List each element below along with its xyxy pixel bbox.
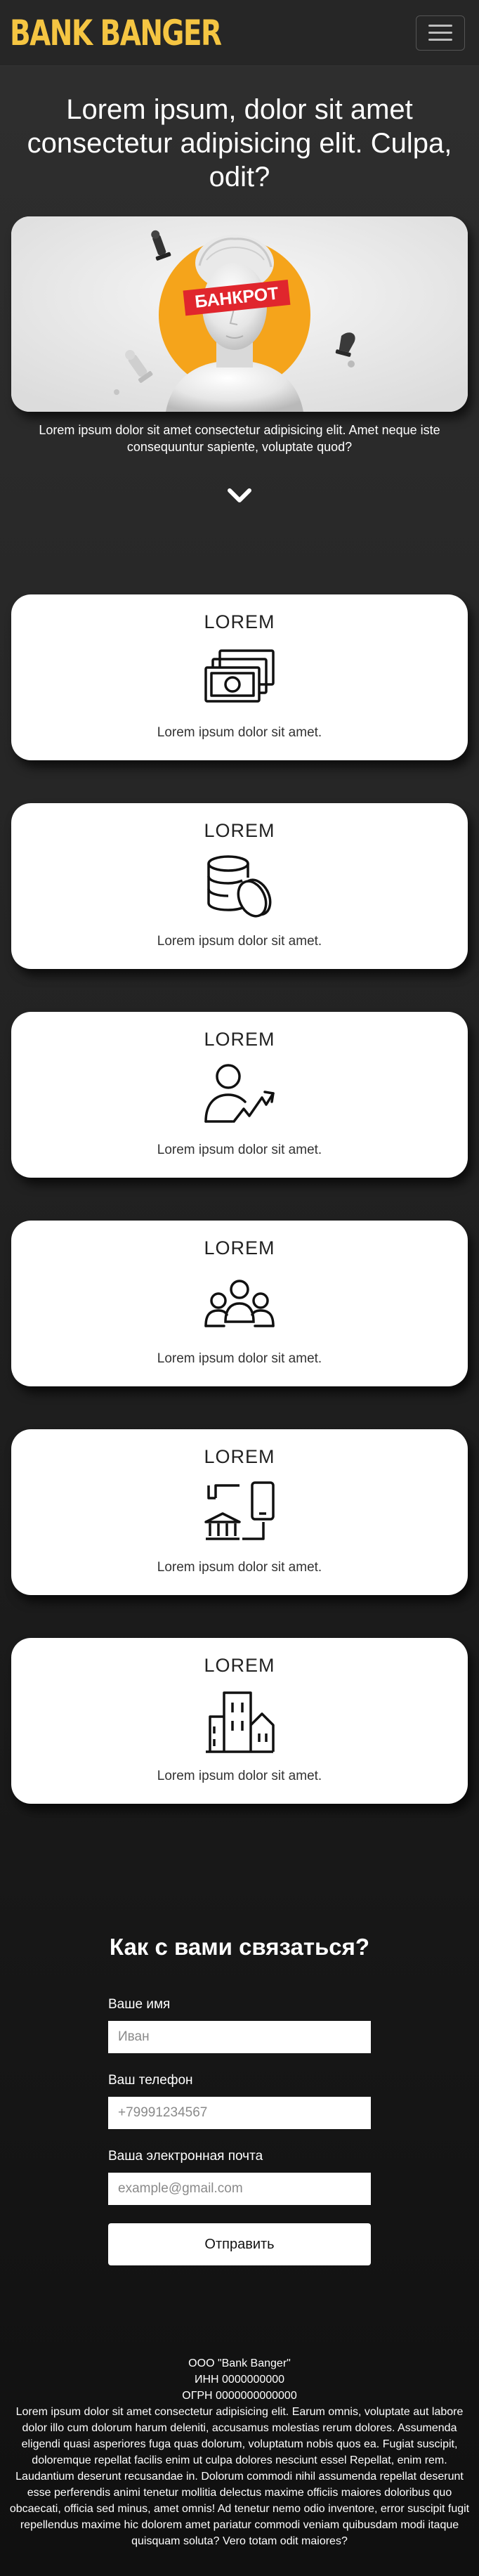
card-title: LOREM bbox=[204, 1237, 275, 1258]
brand-logo[interactable]: BANK BANGER bbox=[10, 13, 222, 53]
card-title: LOREM bbox=[204, 1655, 275, 1676]
hero-title: Lorem ipsum, dolor sit amet consectetur … bbox=[27, 94, 452, 193]
company-name: ООО "Bank Banger" bbox=[188, 2357, 291, 2369]
card-title: LOREM bbox=[204, 820, 275, 841]
cash-icon bbox=[204, 649, 275, 703]
navbar: BANK BANGER bbox=[0, 0, 479, 66]
footer-text: Lorem ipsum dolor sit amet consectetur a… bbox=[9, 2406, 470, 2547]
card-text: Lorem ipsum dolor sit amet. bbox=[157, 1769, 322, 1783]
hero-description: Lorem ipsum dolor sit amet consectetur a… bbox=[39, 423, 440, 454]
contact-title: Как с вами связаться? bbox=[109, 1934, 370, 1960]
card-text: Lorem ipsum dolor sit amet. bbox=[157, 1143, 322, 1157]
feature-card: LOREM Lorem ipsum dolor sit amet. bbox=[11, 803, 468, 969]
people-group-icon bbox=[204, 1280, 275, 1327]
submit-button[interactable]: Отправить bbox=[108, 2223, 371, 2265]
card-text: Lorem ipsum dolor sit amet. bbox=[157, 725, 322, 740]
card-title: LOREM bbox=[204, 1029, 275, 1050]
feature-card: LOREM Lorem ipsum dolor sit amet. bbox=[11, 1012, 468, 1178]
statue-illustration: БАНКРОТ bbox=[11, 216, 468, 412]
person-growth-icon bbox=[204, 1064, 275, 1123]
card-title: LOREM bbox=[204, 611, 275, 632]
chevron-down-icon[interactable] bbox=[225, 485, 254, 506]
email-input[interactable] bbox=[108, 2173, 371, 2205]
menu-toggle-button[interactable] bbox=[416, 15, 465, 51]
hamburger-icon bbox=[428, 25, 452, 27]
card-title: LOREM bbox=[204, 1446, 275, 1467]
email-label: Ваша электронная почта bbox=[108, 2149, 263, 2164]
company-inn: ИНН 0000000000 bbox=[194, 2374, 285, 2386]
card-text: Lorem ipsum dolor sit amet. bbox=[157, 1560, 322, 1575]
buildings-icon bbox=[206, 1691, 275, 1753]
feature-card: LOREM Lorem ipsum dolor sit amet. bbox=[11, 1429, 468, 1595]
feature-card: LOREM Lorem ipsum dolor sit amet. bbox=[11, 594, 468, 760]
hero-image: БАНКРОТ bbox=[11, 216, 468, 412]
card-text: Lorem ipsum dolor sit amet. bbox=[157, 934, 322, 949]
name-input[interactable] bbox=[108, 2021, 371, 2053]
phone-input[interactable] bbox=[108, 2097, 371, 2129]
footer: ООО "Bank Banger" ИНН 0000000000 ОГРН 00… bbox=[8, 2355, 471, 2549]
bank-mobile-icon bbox=[204, 1481, 275, 1540]
feature-card: LOREM Lorem ipsum dolor sit amet. bbox=[11, 1221, 468, 1386]
company-ogrn: ОГРН 0000000000000 bbox=[182, 2390, 297, 2402]
card-text: Lorem ipsum dolor sit amet. bbox=[157, 1351, 322, 1366]
phone-label: Ваш телефон bbox=[108, 2073, 193, 2088]
feature-card: LOREM Lorem ipsum dolor sit amet. bbox=[11, 1638, 468, 1804]
coins-icon bbox=[207, 855, 272, 918]
name-label: Ваше имя bbox=[108, 1997, 171, 2012]
